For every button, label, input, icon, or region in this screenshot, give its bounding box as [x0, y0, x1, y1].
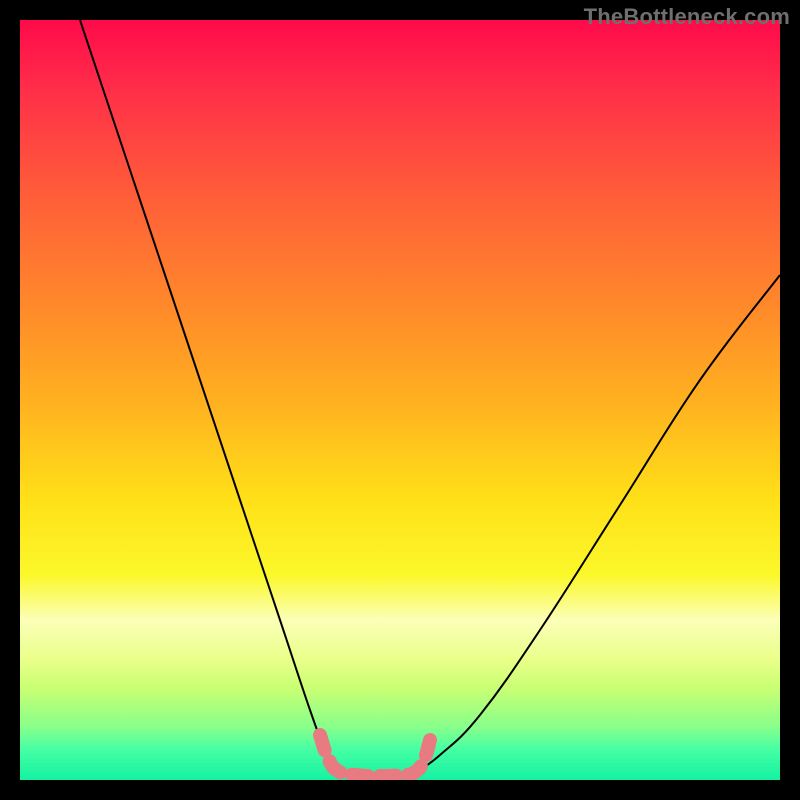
curve-layer	[20, 20, 780, 780]
highlighted-minimum-segment	[320, 735, 430, 776]
watermark-text: TheBottleneck.com	[584, 4, 790, 30]
plot-area	[20, 20, 780, 780]
bottleneck-curve	[80, 20, 780, 776]
chart-frame: TheBottleneck.com	[0, 0, 800, 800]
